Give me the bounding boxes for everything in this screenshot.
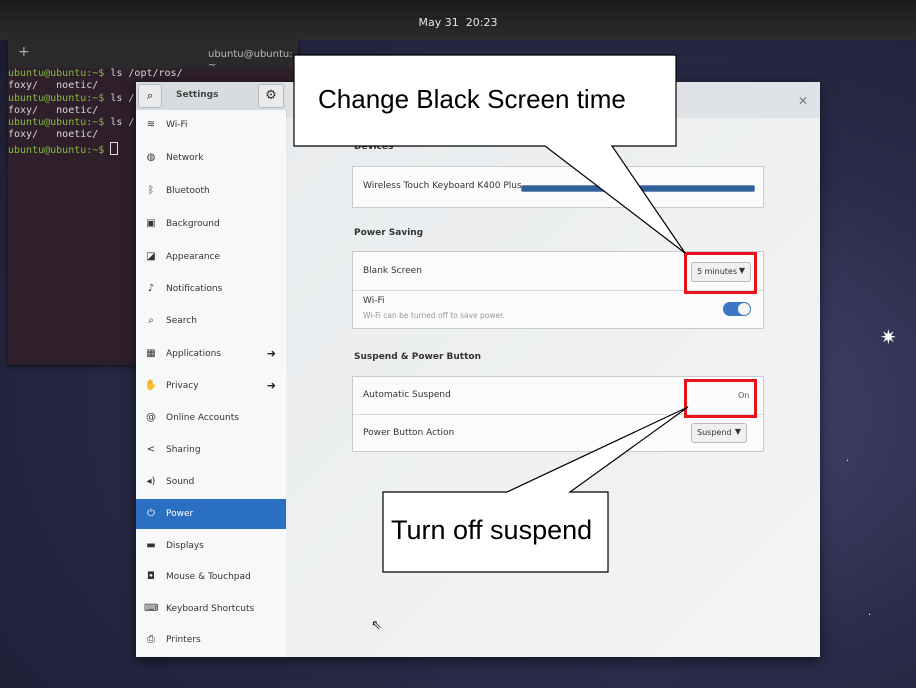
callout-top-text: Change Black Screen time [318,84,626,114]
callout-bottom-text: Turn off suspend [391,515,593,545]
callout-bottom-shape [382,406,689,573]
